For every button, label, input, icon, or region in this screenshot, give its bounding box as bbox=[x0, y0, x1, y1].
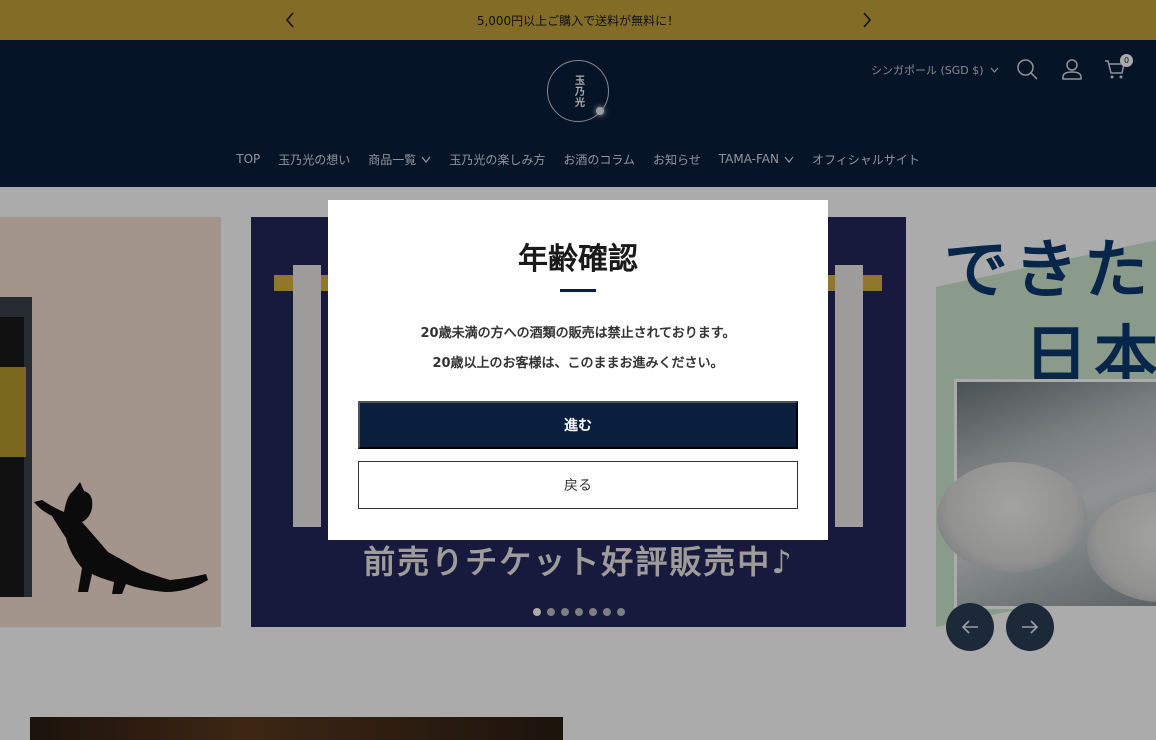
enter-button[interactable]: 進む bbox=[358, 401, 798, 449]
age-verification-modal: 年齢確認 20歳未満の方への酒類の販売は禁止されております。 20歳以上のお客様… bbox=[328, 200, 828, 540]
title-divider bbox=[560, 289, 596, 292]
modal-message-line2: 20歳以上のお客様は、このままお進みください。 bbox=[432, 356, 724, 371]
modal-message-line1: 20歳未満の方への酒類の販売は禁止されております。 bbox=[420, 326, 736, 341]
back-button[interactable]: 戻る bbox=[358, 461, 798, 509]
modal-title: 年齢確認 bbox=[518, 242, 638, 277]
